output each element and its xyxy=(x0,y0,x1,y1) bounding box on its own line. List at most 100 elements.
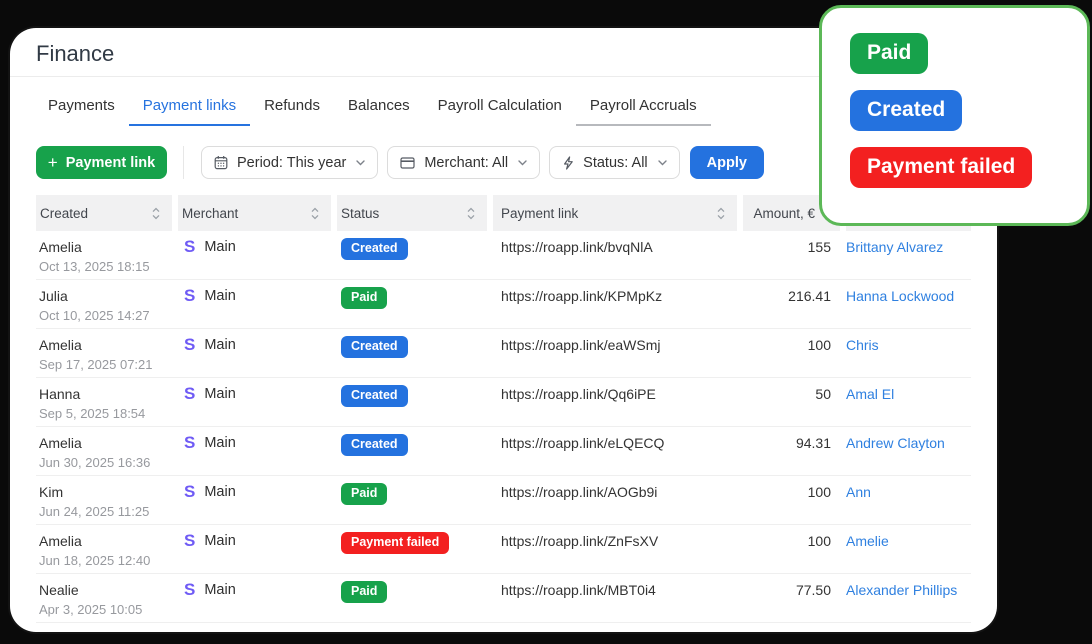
status-filter-dropdown[interactable]: Status: All xyxy=(549,146,679,179)
payment-link-url: https://roapp.link/bvqNlA xyxy=(493,231,737,279)
status-filter-label: Status: All xyxy=(583,155,647,171)
customer-cell: Andrew Clayton xyxy=(846,427,971,475)
status-cell: Created xyxy=(337,329,487,377)
tab-payment-links[interactable]: Payment links xyxy=(129,97,250,126)
amount-value: 50 xyxy=(743,378,840,426)
status-badge: Created xyxy=(341,434,408,456)
merchant-name: Main xyxy=(204,288,235,304)
customer-link[interactable]: Amal El xyxy=(846,386,894,402)
column-header-status[interactable]: Status xyxy=(337,195,487,231)
tab-refunds[interactable]: Refunds xyxy=(250,97,334,126)
legend-badge-payment-failed: Payment failed xyxy=(850,147,1032,188)
created-date: Apr 3, 2025 10:05 xyxy=(39,602,172,617)
created-by: Amelia xyxy=(39,239,172,255)
sort-icon[interactable] xyxy=(311,207,319,220)
tab-payroll-calculation[interactable]: Payroll Calculation xyxy=(424,97,576,126)
created-date: Jun 18, 2025 12:40 xyxy=(39,553,172,568)
status-badge: Created xyxy=(341,238,408,260)
status-badge: Paid xyxy=(341,287,387,309)
merchant-name: Main xyxy=(204,337,235,353)
amount-value: 100 xyxy=(743,329,840,377)
table-row[interactable]: Julia Oct 10, 2025 14:27 S Main Paid htt… xyxy=(36,280,971,329)
legend-badges: PaidCreatedPayment failed xyxy=(850,33,1087,188)
amount-value: 100 xyxy=(743,476,840,524)
status-cell: Paid xyxy=(337,280,487,328)
created-date: Sep 17, 2025 07:21 xyxy=(39,357,172,372)
status-legend-callout: PaidCreatedPayment failed xyxy=(819,5,1090,226)
customer-link[interactable]: Brittany Alvarez xyxy=(846,239,943,255)
plus-icon: + xyxy=(48,154,58,171)
table-row[interactable]: Amelia Sep 17, 2025 07:21 S Main Created… xyxy=(36,329,971,378)
table-row[interactable]: Amelia Oct 13, 2025 18:15 S Main Created… xyxy=(36,231,971,280)
merchant-name: Main xyxy=(204,582,235,598)
customer-link[interactable]: Amelie xyxy=(846,533,889,549)
tab-balances[interactable]: Balances xyxy=(334,97,424,126)
payment-link-url: https://roapp.link/eLQECQ xyxy=(493,427,737,475)
lightning-icon xyxy=(562,156,574,170)
payment-link-url: https://roapp.link/eaWSmj xyxy=(493,329,737,377)
customer-cell: Ann xyxy=(846,476,971,524)
status-cell: Created xyxy=(337,427,487,475)
payment-links-table: Created Merchant Status Payment link Amo… xyxy=(36,195,971,623)
sort-icon[interactable] xyxy=(152,207,160,220)
amount-value: 94.31 xyxy=(743,427,840,475)
status-cell: Created xyxy=(337,231,487,279)
merchant-cell: S Main xyxy=(178,329,331,377)
sort-icon[interactable] xyxy=(717,207,725,220)
customer-link[interactable]: Andrew Clayton xyxy=(846,435,945,451)
table-row[interactable]: Hanna Sep 5, 2025 18:54 S Main Created h… xyxy=(36,378,971,427)
add-payment-link-label: Payment link xyxy=(66,155,155,171)
apply-button[interactable]: Apply xyxy=(690,146,764,179)
merchant-cell: S Main xyxy=(178,378,331,426)
period-filter-dropdown[interactable]: Period: This year xyxy=(201,146,378,179)
table-row[interactable]: Amelia Jun 18, 2025 12:40 S Main Payment… xyxy=(36,525,971,574)
created-cell: Amelia Oct 13, 2025 18:15 xyxy=(36,231,172,279)
status-badge: Paid xyxy=(341,483,387,505)
created-cell: Amelia Jun 30, 2025 16:36 xyxy=(36,427,172,475)
created-by: Hanna xyxy=(39,386,172,402)
amount-value: 77.50 xyxy=(743,574,840,622)
amount-value: 155 xyxy=(743,231,840,279)
customer-cell: Chris xyxy=(846,329,971,377)
toolbar-divider xyxy=(183,146,184,179)
customer-cell: Hanna Lockwood xyxy=(846,280,971,328)
status-badge: Paid xyxy=(341,581,387,603)
chevron-down-icon xyxy=(658,160,667,166)
created-date: Oct 10, 2025 14:27 xyxy=(39,308,172,323)
created-cell: Nealie Apr 3, 2025 10:05 xyxy=(36,574,172,622)
customer-link[interactable]: Chris xyxy=(846,337,879,353)
created-cell: Julia Oct 10, 2025 14:27 xyxy=(36,280,172,328)
merchant-name: Main xyxy=(204,239,235,255)
merchant-name: Main xyxy=(204,435,235,451)
created-by: Kim xyxy=(39,484,172,500)
tab-payments[interactable]: Payments xyxy=(34,97,129,126)
created-date: Jun 30, 2025 16:36 xyxy=(39,455,172,470)
column-header-created[interactable]: Created xyxy=(36,195,172,231)
customer-link[interactable]: Ann xyxy=(846,484,871,500)
created-by: Nealie xyxy=(39,582,172,598)
add-payment-link-button[interactable]: + Payment link xyxy=(36,146,167,179)
status-cell: Payment failed xyxy=(337,525,487,573)
merchant-logo-icon: S xyxy=(184,288,195,304)
column-header-payment-link[interactable]: Payment link xyxy=(493,195,737,231)
payment-link-url: https://roapp.link/Qq6iPE xyxy=(493,378,737,426)
customer-cell: Amal El xyxy=(846,378,971,426)
merchant-cell: S Main xyxy=(178,231,331,279)
status-badge: Created xyxy=(341,385,408,407)
merchant-filter-dropdown[interactable]: Merchant: All xyxy=(387,146,540,179)
customer-link[interactable]: Alexander Phillips xyxy=(846,582,957,598)
merchant-logo-icon: S xyxy=(184,239,195,255)
table-row[interactable]: Kim Jun 24, 2025 11:25 S Main Paid https… xyxy=(36,476,971,525)
table-row[interactable]: Amelia Jun 30, 2025 16:36 S Main Created… xyxy=(36,427,971,476)
table-row[interactable]: Nealie Apr 3, 2025 10:05 S Main Paid htt… xyxy=(36,574,971,623)
payment-link-url: https://roapp.link/KPMpKz xyxy=(493,280,737,328)
merchant-name: Main xyxy=(204,484,235,500)
customer-link[interactable]: Hanna Lockwood xyxy=(846,288,954,304)
merchant-cell: S Main xyxy=(178,525,331,573)
column-header-merchant[interactable]: Merchant xyxy=(178,195,331,231)
status-badge: Payment failed xyxy=(341,532,449,554)
created-by: Amelia xyxy=(39,533,172,549)
sort-icon[interactable] xyxy=(467,207,475,220)
merchant-filter-label: Merchant: All xyxy=(424,155,508,171)
tab-payroll-accruals[interactable]: Payroll Accruals xyxy=(576,97,711,126)
